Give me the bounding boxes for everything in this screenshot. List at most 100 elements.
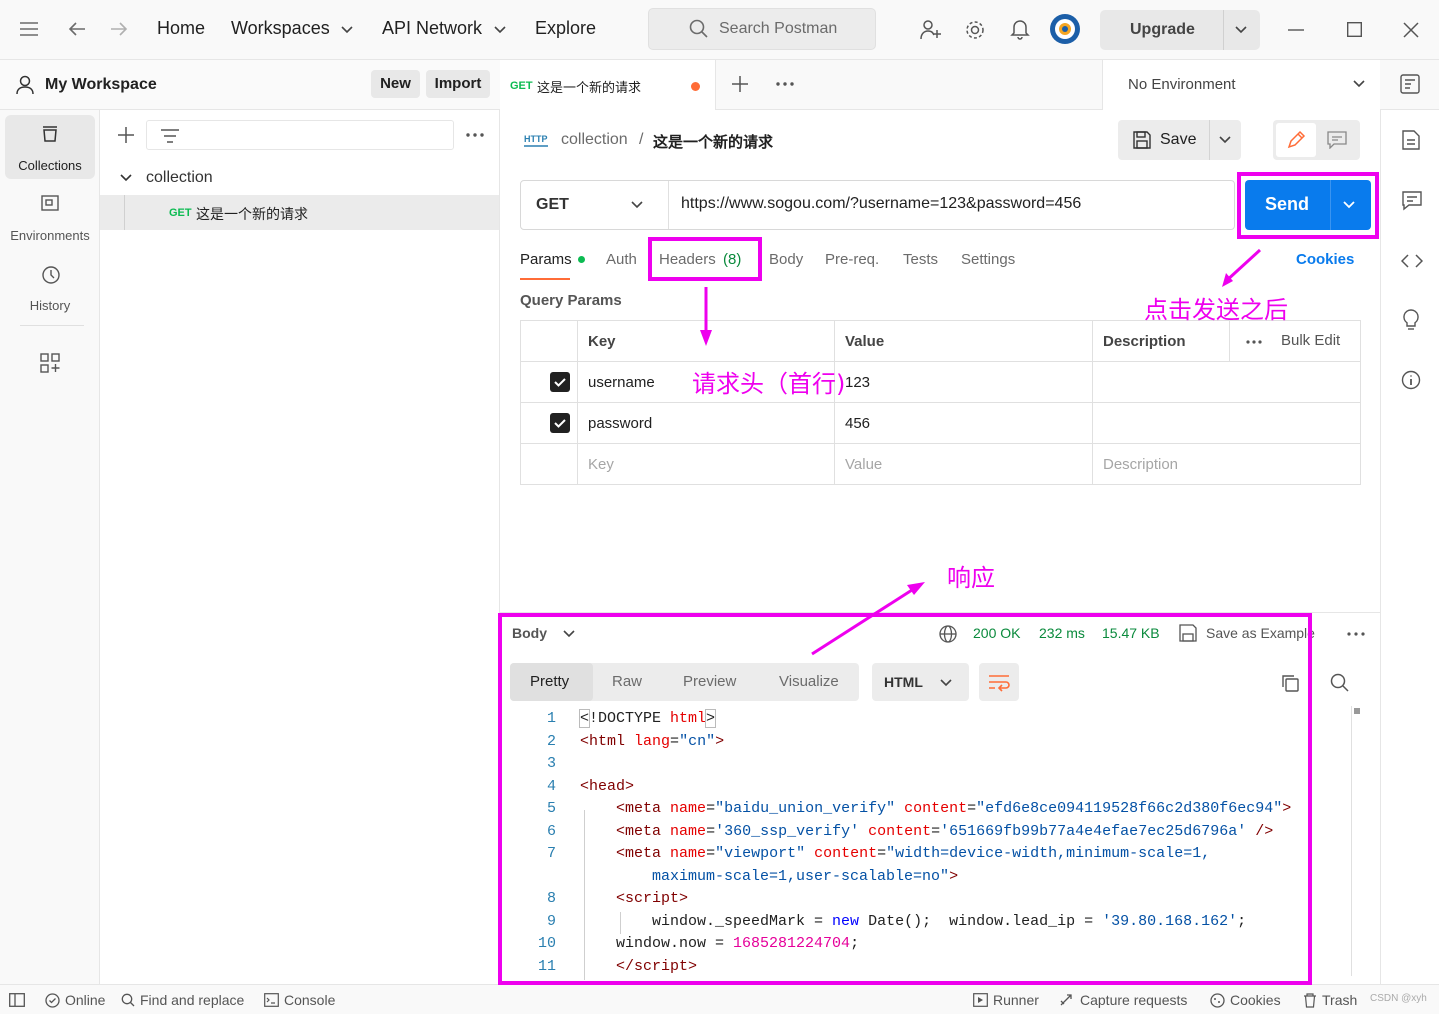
maximize-icon[interactable] bbox=[1347, 22, 1362, 37]
environment-select[interactable]: No Environment bbox=[1102, 60, 1380, 110]
filter-input[interactable] bbox=[146, 120, 454, 150]
param-description-placeholder[interactable]: Description bbox=[1092, 443, 1361, 485]
sidebar-item-history[interactable]: History bbox=[5, 255, 95, 319]
info-icon[interactable] bbox=[1401, 370, 1421, 390]
sidebar-item-environments[interactable]: Environments bbox=[5, 185, 95, 249]
watermark: CSDN @xyh bbox=[1370, 993, 1427, 1004]
nav-api-network[interactable]: API Network bbox=[382, 18, 482, 39]
divider bbox=[1223, 10, 1224, 50]
workspace-header: My Workspace New Import bbox=[0, 60, 500, 110]
tab-pre-request[interactable]: Pre-req. bbox=[825, 251, 879, 268]
tree-request-item[interactable]: GET 这是一个新的请求 bbox=[100, 195, 499, 230]
tree-collection[interactable]: collection bbox=[100, 162, 499, 194]
lightbulb-icon[interactable] bbox=[1402, 309, 1420, 331]
mode-toggle bbox=[1273, 120, 1360, 160]
minimize-icon[interactable] bbox=[1288, 29, 1304, 31]
new-tab-plus-icon[interactable] bbox=[732, 76, 748, 92]
tab-params[interactable]: Params bbox=[520, 251, 572, 268]
add-widgets-icon[interactable] bbox=[40, 353, 60, 373]
upgrade-button[interactable]: Upgrade bbox=[1100, 10, 1260, 50]
status-bar: Online Find and replace Console Runner C… bbox=[0, 984, 1439, 1014]
method-select[interactable]: GET bbox=[521, 181, 669, 229]
param-description[interactable] bbox=[1092, 361, 1361, 403]
new-button[interactable]: New bbox=[371, 70, 420, 98]
environment-quicklook-icon[interactable] bbox=[1400, 74, 1420, 94]
search-icon bbox=[689, 19, 709, 39]
bell-icon[interactable] bbox=[1010, 18, 1030, 40]
more-options-icon[interactable] bbox=[1246, 340, 1262, 344]
comment-mode-icon[interactable] bbox=[1327, 131, 1347, 149]
avatar[interactable] bbox=[1049, 13, 1081, 45]
param-description[interactable] bbox=[1092, 402, 1361, 444]
param-value[interactable]: 456 bbox=[834, 402, 1093, 444]
online-status[interactable]: Online bbox=[45, 992, 105, 1008]
comments-icon[interactable] bbox=[1402, 191, 1422, 211]
breadcrumb-current: 这是一个新的请求 bbox=[653, 133, 774, 151]
code-icon[interactable] bbox=[1401, 253, 1423, 269]
search-icon[interactable] bbox=[1330, 673, 1350, 693]
nav-explore[interactable]: Explore bbox=[535, 18, 596, 39]
tab-auth[interactable]: Auth bbox=[606, 251, 637, 268]
chevron-down-icon[interactable] bbox=[1219, 136, 1231, 144]
param-key-placeholder[interactable]: Key bbox=[577, 443, 835, 485]
console-button[interactable]: Console bbox=[264, 992, 335, 1008]
upgrade-label: Upgrade bbox=[1130, 21, 1195, 38]
divider bbox=[20, 325, 84, 326]
history-icon bbox=[41, 265, 61, 285]
trash-button[interactable]: Trash bbox=[1303, 992, 1357, 1008]
nav-workspaces[interactable]: Workspaces bbox=[231, 18, 330, 39]
console-icon bbox=[264, 993, 279, 1007]
url-input[interactable]: https://www.sogou.com/?username=123&pass… bbox=[681, 195, 1081, 213]
invite-user-icon[interactable] bbox=[920, 19, 942, 41]
request-url-bar: GET https://www.sogou.com/?username=123&… bbox=[520, 180, 1235, 230]
import-button[interactable]: Import bbox=[426, 70, 490, 98]
cookie-icon bbox=[1210, 992, 1225, 1008]
param-key[interactable]: password bbox=[577, 402, 835, 444]
cookies-button[interactable]: Cookies bbox=[1210, 992, 1281, 1008]
http-icon: HTTP bbox=[524, 131, 548, 149]
tabs-more-icon[interactable] bbox=[776, 82, 794, 86]
save-icon bbox=[1133, 131, 1151, 149]
tab-request[interactable]: GET 这是一个新的请求 bbox=[500, 60, 716, 110]
toggle-sidebar-icon[interactable] bbox=[9, 993, 25, 1007]
nav-home[interactable]: Home bbox=[157, 18, 205, 39]
gear-icon[interactable] bbox=[964, 19, 986, 41]
tab-settings[interactable]: Settings bbox=[961, 251, 1015, 268]
cookies-label: Cookies bbox=[1230, 992, 1281, 1008]
cookies-link[interactable]: Cookies bbox=[1296, 251, 1354, 268]
workspace-title[interactable]: My Workspace bbox=[45, 76, 157, 94]
chevron-down-icon[interactable] bbox=[1235, 26, 1247, 34]
tab-body[interactable]: Body bbox=[769, 251, 803, 268]
checkbox[interactable] bbox=[520, 361, 578, 403]
save-button[interactable]: Save bbox=[1118, 120, 1241, 160]
param-value[interactable]: 123 bbox=[834, 361, 1093, 403]
documentation-icon[interactable] bbox=[1402, 130, 1420, 150]
forward-arrow-icon[interactable] bbox=[110, 21, 128, 37]
bulk-edit-button[interactable]: Bulk Edit bbox=[1281, 332, 1340, 349]
save-label: Save bbox=[1160, 131, 1197, 148]
tab-title: 这是一个新的请求 bbox=[537, 81, 642, 96]
trash-icon bbox=[1304, 992, 1316, 1008]
plus-icon[interactable] bbox=[118, 127, 134, 143]
find-replace-button[interactable]: Find and replace bbox=[121, 992, 244, 1008]
request-name: 这是一个新的请求 bbox=[196, 207, 308, 223]
close-icon[interactable] bbox=[1403, 22, 1419, 38]
tab-tests[interactable]: Tests bbox=[903, 251, 938, 268]
more-options-icon[interactable] bbox=[466, 133, 484, 137]
param-value-placeholder[interactable]: Value bbox=[834, 443, 1093, 485]
breadcrumb-parent[interactable]: collection bbox=[561, 131, 628, 149]
edit-pencil-icon[interactable] bbox=[1276, 123, 1316, 157]
search-placeholder: Search Postman bbox=[719, 20, 838, 37]
scrollbar[interactable] bbox=[1351, 706, 1361, 976]
more-options-icon[interactable] bbox=[1347, 632, 1365, 636]
back-arrow-icon[interactable] bbox=[68, 21, 86, 37]
menu-icon[interactable] bbox=[20, 22, 38, 36]
annotation-headers-note: 请求头（首行) bbox=[692, 370, 846, 398]
svg-text:HTTP: HTTP bbox=[524, 134, 548, 144]
runner-button[interactable]: Runner bbox=[973, 992, 1039, 1008]
capture-requests-button[interactable]: Capture requests bbox=[1059, 992, 1187, 1008]
sidebar-item-collections[interactable]: Collections bbox=[5, 115, 95, 179]
checkbox[interactable] bbox=[520, 402, 578, 444]
search-input[interactable]: Search Postman bbox=[648, 8, 876, 50]
top-bar: Home Workspaces API Network Explore Sear… bbox=[0, 0, 1439, 60]
